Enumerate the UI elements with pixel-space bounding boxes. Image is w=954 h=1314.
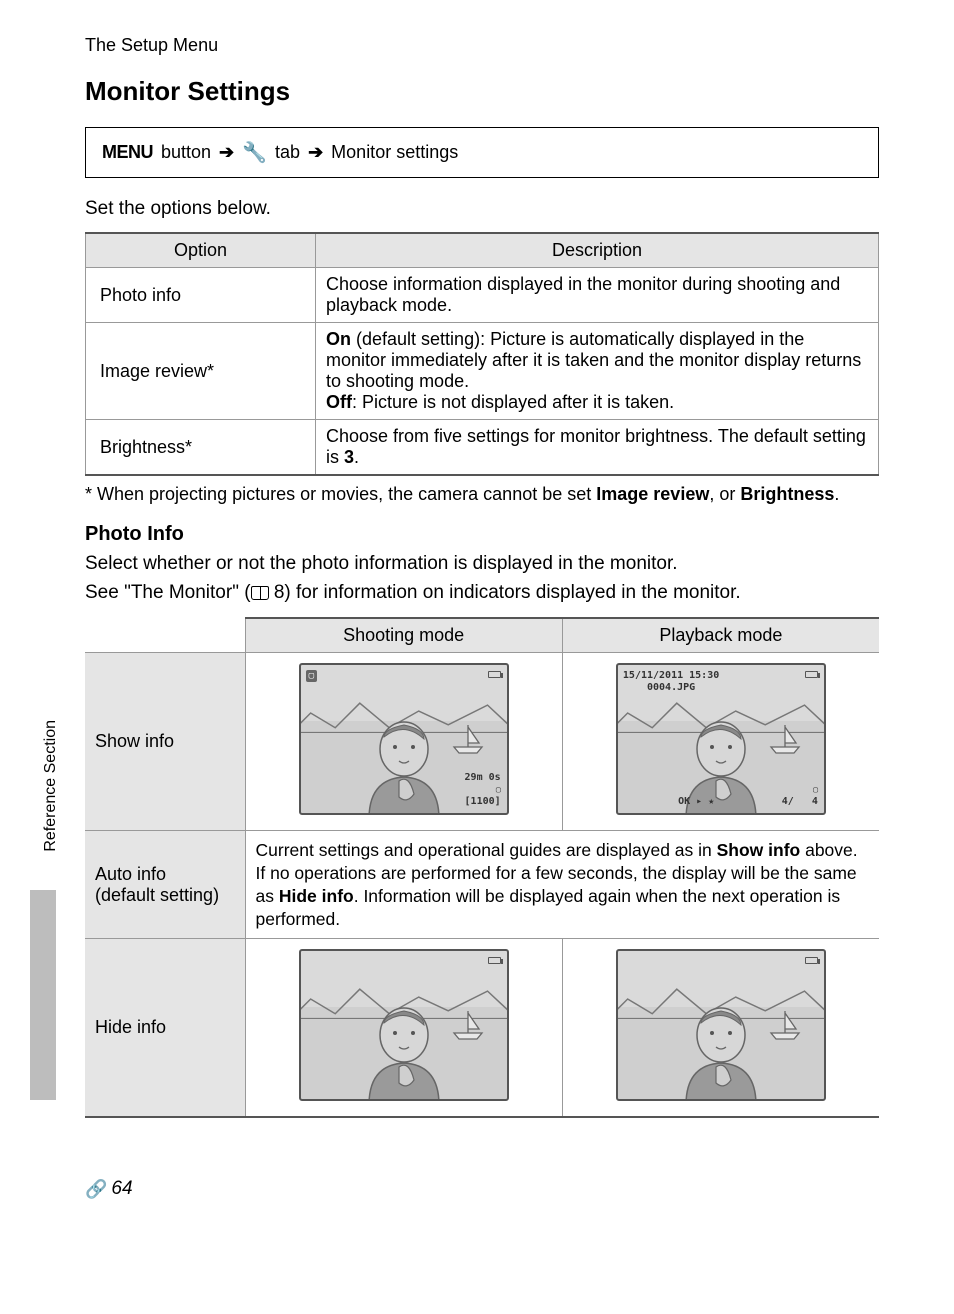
empty-corner [85, 618, 245, 653]
table-row: Auto info (default setting) Current sett… [85, 831, 879, 939]
playback-overlay-ok: OK ▸ ★ [678, 796, 714, 808]
photo-info-table: Shooting mode Playback mode Show info ▢ … [85, 617, 879, 1118]
page-number: 🔗 64 [85, 1178, 133, 1200]
footnote: * When projecting pictures or movies, th… [85, 484, 879, 505]
option-name: Brightness* [86, 420, 316, 476]
shooting-hide-info-thumb [245, 939, 562, 1118]
playback-show-info-thumb: 15/11/2011 15:300004.JPG ▢4/ 4 OK ▸ ★ [562, 653, 879, 831]
battery-icon [488, 957, 501, 964]
playback-overlay-counter: ▢4/ 4 [782, 784, 818, 808]
battery-icon [488, 671, 501, 678]
intro-text: Set the options below. [85, 198, 879, 220]
photo-info-para2: See "The Monitor" ( 8) for information o… [85, 581, 879, 606]
table-row: Photo info Choose information displayed … [86, 268, 879, 323]
mode-badge-icon: ▢ [306, 670, 317, 682]
option-name: Photo info [86, 268, 316, 323]
photo-info-para1: Select whether or not the photo informat… [85, 552, 879, 577]
playback-hide-info-thumb [562, 939, 879, 1118]
section-header: The Setup Menu [85, 35, 879, 56]
option-desc: On (default setting): Picture is automat… [316, 323, 879, 420]
battery-icon [805, 957, 818, 964]
page-content: The Setup Menu Monitor Settings MENU but… [0, 0, 954, 1238]
col-header-description: Description [316, 233, 879, 268]
row-label-auto-info: Auto info (default setting) [85, 831, 245, 939]
table-row: Hide info [85, 939, 879, 1118]
table-row: Show info ▢ 29m 0s▢[1100] 15/11/2011 15:… [85, 653, 879, 831]
playback-overlay-datetime: 15/11/2011 15:300004.JPG [623, 670, 719, 694]
battery-icon [805, 671, 818, 678]
row-label-hide-info: Hide info [85, 939, 245, 1118]
page-title: Monitor Settings [85, 76, 879, 107]
row-label-show-info: Show info [85, 653, 245, 831]
option-desc: Choose from five settings for monitor br… [316, 420, 879, 476]
options-table: Option Description Photo info Choose inf… [85, 232, 879, 476]
col-header-option: Option [86, 233, 316, 268]
section-icon: 🔗 [85, 1179, 103, 1200]
tab-suffix: tab [275, 142, 300, 163]
option-name: Image review* [86, 323, 316, 420]
photo-info-heading: Photo Info [85, 523, 879, 546]
arrow-icon: ➔ [219, 142, 234, 163]
book-icon [251, 586, 269, 600]
wrench-icon: 🔧 [242, 140, 267, 165]
nav-destination: Monitor settings [331, 142, 458, 163]
shooting-show-info-thumb: ▢ 29m 0s▢[1100] [245, 653, 562, 831]
option-desc: Choose information displayed in the moni… [316, 268, 879, 323]
col-header-shooting: Shooting mode [245, 618, 562, 653]
menu-suffix: button [161, 142, 211, 163]
col-header-playback: Playback mode [562, 618, 879, 653]
menu-button-label: MENU [102, 142, 153, 163]
table-row: Brightness* Choose from five settings fo… [86, 420, 879, 476]
arrow-icon: ➔ [308, 142, 323, 163]
shooting-overlay-counter: 29m 0s▢[1100] [465, 772, 501, 808]
table-row: Image review* On (default setting): Pict… [86, 323, 879, 420]
auto-info-description: Current settings and operational guides … [245, 831, 879, 939]
breadcrumb-nav: MENU button ➔ 🔧 tab ➔ Monitor settings [85, 127, 879, 178]
